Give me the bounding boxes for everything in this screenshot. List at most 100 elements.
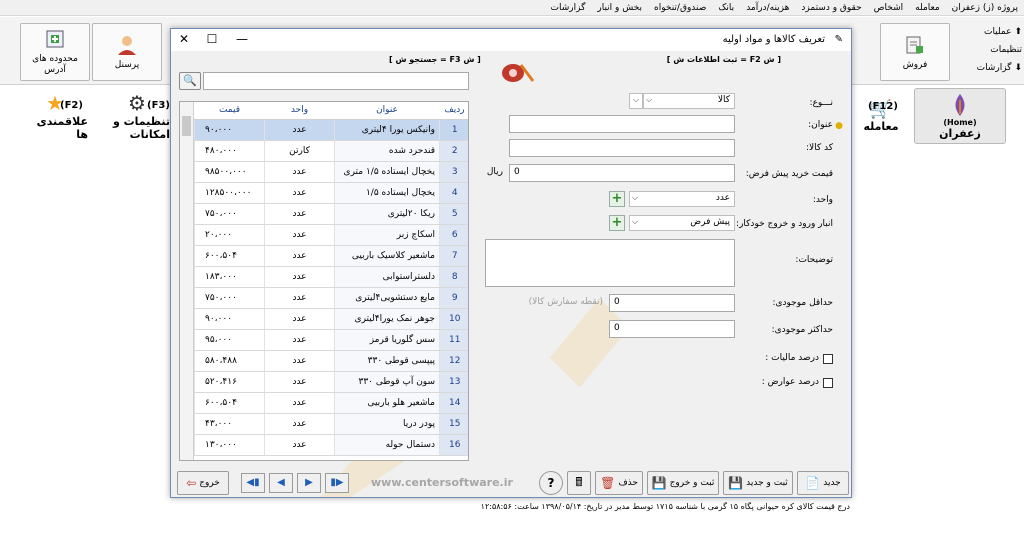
search-icon: 🔍 bbox=[183, 74, 197, 87]
settings-tile[interactable]: ⚙ تنظیمات و امکانات bbox=[104, 88, 170, 144]
settings-item[interactable]: تنظیمات bbox=[960, 41, 1022, 59]
table-row[interactable]: 16 دستمال حوله عدد ۱۳۰،۰۰۰ bbox=[194, 434, 468, 456]
scrollbar-thumb[interactable] bbox=[182, 116, 191, 136]
code-input[interactable] bbox=[509, 139, 735, 157]
title-input[interactable] bbox=[509, 115, 735, 133]
table-row[interactable]: 8 دلستراستوابی عدد ۱۸۳،۰۰۰ bbox=[194, 266, 468, 288]
favorites-tile-key: (F2) bbox=[60, 100, 83, 111]
row-price: ۴۳،۰۰۰ bbox=[194, 413, 265, 435]
row-number: 2 bbox=[439, 140, 468, 162]
save-new-button[interactable]: ثبت و جدید 💾 bbox=[723, 471, 793, 495]
table-row[interactable]: 15 پودر دریا عدد ۴۳،۰۰۰ bbox=[194, 413, 468, 435]
home-tile[interactable]: (Home) زعفران bbox=[914, 88, 1006, 144]
ops-item[interactable]: ⬆ عملیات bbox=[960, 23, 1022, 41]
personnel-button[interactable]: پرسنل bbox=[92, 23, 162, 81]
maximize-button[interactable]: ☐ bbox=[197, 32, 227, 48]
row-unit: عدد bbox=[264, 182, 335, 204]
menu-payroll[interactable]: حقوق و دستمزد bbox=[801, 3, 861, 13]
last-record-button[interactable]: ▶▮ bbox=[325, 473, 349, 493]
table-row[interactable]: 5 ریکا ۲۰لیتری عدد ۷۵۰،۰۰۰ bbox=[194, 203, 468, 225]
last-icon: ▶▮ bbox=[330, 477, 344, 488]
max-stock-input[interactable]: 0 bbox=[609, 320, 735, 338]
calculator-button[interactable]: 🖩 bbox=[567, 471, 591, 495]
new-button[interactable]: جدید 📄 bbox=[797, 471, 849, 495]
save-exit-button[interactable]: ثبت و خروج 💾 bbox=[647, 471, 719, 495]
menu-project[interactable]: پروژه (ز) زعفران bbox=[952, 3, 1018, 13]
address-range-button[interactable]: محدوده های آدرس bbox=[20, 23, 90, 81]
row-title: پودر دریا bbox=[334, 413, 440, 435]
delete-button[interactable]: حذف 🗑 bbox=[595, 471, 643, 495]
next-record-button[interactable]: ▶ bbox=[297, 473, 321, 493]
table-row[interactable]: 13 سون آپ قوطی ۳۳۰ عدد ۵۲۰،۴۱۶ bbox=[194, 371, 468, 393]
store-label: انبار ورود و خروج خودکار: bbox=[736, 219, 833, 229]
row-title: سس گلوریا قرمز bbox=[334, 329, 440, 351]
store-select[interactable]: پیش فرض ⌵ bbox=[629, 215, 735, 231]
table-row[interactable]: 9 مایع دستشویی۴لیتری عدد ۷۵۰،۰۰۰ bbox=[194, 287, 468, 309]
help-button[interactable]: ? bbox=[539, 471, 563, 495]
menu-expense[interactable]: هزینه/درآمد bbox=[746, 3, 789, 13]
type-dropdown-button[interactable]: ⌵ bbox=[629, 93, 643, 109]
row-title: ریکا ۲۰لیتری bbox=[334, 203, 440, 225]
add-store-button[interactable]: + bbox=[609, 215, 625, 231]
table-row[interactable]: 4 یخچال ایستاده ۱/۵ عدد ۱۲۸۵۰۰،۰۰۰ bbox=[194, 182, 468, 204]
row-title: یخچال ایستاده ۱/۵ متری bbox=[334, 161, 440, 183]
table-row[interactable]: 14 ماشعیر هلو باربیی عدد ۶۰۰،۵۰۴ bbox=[194, 392, 468, 414]
row-title: ماشعیر کلاسیک باربیی bbox=[334, 245, 440, 267]
dialog-title: تعریف کالاها و مواد اولیه bbox=[722, 34, 825, 45]
title-label: عنوان: bbox=[808, 120, 833, 130]
minimize-button[interactable]: — bbox=[227, 32, 257, 48]
min-stock-value: 0 bbox=[614, 297, 620, 307]
col-no[interactable]: ردیف bbox=[439, 102, 468, 120]
row-title: دلستراستوابی bbox=[334, 266, 440, 288]
table-row[interactable]: 2 قندحرد شده کارتن ۴۸۰،۰۰۰ bbox=[194, 140, 468, 162]
table-scrollbar[interactable] bbox=[180, 102, 194, 460]
desc-textarea[interactable] bbox=[485, 239, 735, 287]
add-unit-button[interactable]: + bbox=[609, 191, 625, 207]
chevron-down-icon: ⌵ bbox=[632, 217, 639, 226]
row-title: جوهر نمک یورا۴لیتری bbox=[334, 308, 440, 330]
menu-fund[interactable]: صندوق/تنخواه bbox=[654, 3, 706, 13]
favorites-tile[interactable]: ★ علاقمندی ها bbox=[22, 88, 88, 144]
menu-persons[interactable]: اشخاص bbox=[874, 3, 903, 13]
first-record-button[interactable]: ▮◀ bbox=[241, 473, 265, 493]
col-unit[interactable]: واحد bbox=[264, 102, 335, 120]
search-input[interactable] bbox=[203, 72, 469, 90]
sales-button[interactable]: فروش bbox=[880, 23, 950, 81]
col-price[interactable]: قیمت bbox=[194, 102, 265, 120]
table-row[interactable]: 11 سس گلوریا قرمز عدد ۹۵،۰۰۰ bbox=[194, 329, 468, 351]
down-arrow-icon: ⬇ bbox=[1014, 63, 1022, 73]
add-location-icon bbox=[46, 30, 64, 48]
row-unit: عدد bbox=[264, 308, 335, 330]
row-title: اسکاچ زبر bbox=[334, 224, 440, 246]
product-dialog: تعریف کالاها و مواد اولیه ✎ — ☐ ✕ [ ش F2… bbox=[170, 28, 852, 498]
toll-checkbox[interactable] bbox=[823, 378, 833, 388]
table-row[interactable]: 6 اسکاچ زبر عدد ۲۰،۰۰۰ bbox=[194, 224, 468, 246]
table-row[interactable]: 7 ماشعیر کلاسیک باربیی عدد ۶۰۰،۵۰۴ bbox=[194, 245, 468, 267]
max-stock-value: 0 bbox=[614, 323, 620, 333]
menu-store[interactable]: بخش و انبار bbox=[597, 3, 642, 13]
close-button[interactable]: ✕ bbox=[169, 32, 199, 48]
table-row[interactable]: 1 وانیکس یورا ۴لیتری عدد ۹۰،۰۰۰ bbox=[194, 119, 468, 141]
row-price: ۵۸۰،۴۸۸ bbox=[194, 350, 265, 372]
row-unit: عدد bbox=[264, 203, 335, 225]
unit-select[interactable]: عدد ⌵ bbox=[629, 191, 735, 207]
col-title[interactable]: عنوان bbox=[334, 102, 440, 120]
menu-reports[interactable]: گزارشات bbox=[551, 3, 586, 13]
min-stock-input[interactable]: 0 bbox=[609, 294, 735, 312]
table-row[interactable]: 3 یخچال ایستاده ۱/۵ متری عدد ۹۸۵۰۰،۰۰۰ bbox=[194, 161, 468, 183]
price-input[interactable]: 0 bbox=[509, 164, 735, 182]
exit-button[interactable]: خروج ⇦ bbox=[177, 471, 229, 495]
trade-tile-label: معامله bbox=[863, 120, 899, 133]
trade-tile[interactable]: 🛒 معامله bbox=[852, 88, 910, 144]
menu-bank[interactable]: بانک bbox=[718, 3, 734, 13]
table-row[interactable]: 12 پیپسی قوطی ۳۳۰ عدد ۵۸۰،۴۸۸ bbox=[194, 350, 468, 372]
menu-trade[interactable]: معامله bbox=[915, 3, 940, 13]
prev-record-button[interactable]: ◀ bbox=[269, 473, 293, 493]
table-header: ردیف عنوان واحد قیمت bbox=[194, 102, 468, 120]
reports-item[interactable]: ⬇ گزارشات bbox=[960, 59, 1022, 77]
app-icon: ✎ bbox=[834, 34, 843, 45]
search-button[interactable]: 🔍 bbox=[179, 72, 201, 90]
type-select[interactable]: کالا ⌵ bbox=[643, 93, 735, 109]
table-row[interactable]: 10 جوهر نمک یورا۴لیتری عدد ۹۰،۰۰۰ bbox=[194, 308, 468, 330]
tax-checkbox[interactable] bbox=[823, 354, 833, 364]
